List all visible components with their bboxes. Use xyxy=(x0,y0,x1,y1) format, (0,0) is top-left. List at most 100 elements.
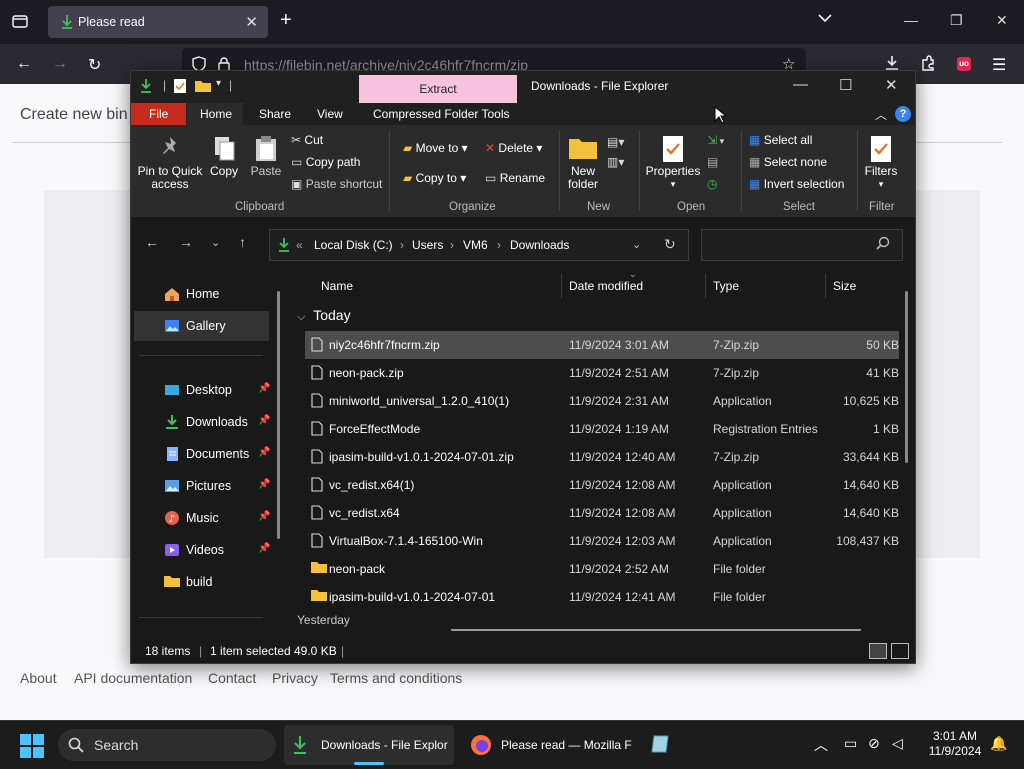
file-row[interactable]: miniworld_universal_1.2.0_410(1) 11/9/202… xyxy=(305,387,899,415)
filters-button[interactable]: Filters ▾ xyxy=(863,135,899,191)
footer-link-about[interactable]: About xyxy=(20,670,57,686)
pin-icon[interactable]: 📌 xyxy=(258,479,270,490)
maximize-icon[interactable]: ☐ xyxy=(839,76,852,94)
group-header-today[interactable]: ⌵ Today xyxy=(297,307,351,324)
recent-locations-icon[interactable]: ⌄ xyxy=(211,236,220,249)
footer-link-api[interactable]: API documentation xyxy=(74,670,192,686)
footer-link-contact[interactable]: Contact xyxy=(208,670,256,686)
tab-list-icon[interactable] xyxy=(12,13,28,32)
extract-context-tab[interactable]: Extract xyxy=(359,75,517,103)
tab-home[interactable]: Home xyxy=(187,103,243,125)
sidebar-item-desktop[interactable]: Desktop 📌 xyxy=(134,375,270,405)
tab-share[interactable]: Share xyxy=(259,107,291,121)
chevron-down-icon[interactable] xyxy=(818,12,832,26)
horizontal-scrollbar[interactable] xyxy=(451,629,861,631)
help-icon[interactable]: ? xyxy=(895,106,911,122)
restore-icon[interactable]: ❐ xyxy=(950,12,963,29)
collapse-ribbon-icon[interactable]: ︿ xyxy=(875,106,887,123)
details-view-icon[interactable] xyxy=(869,643,887,659)
paste-button[interactable]: Paste xyxy=(247,135,285,178)
properties-qa-icon[interactable] xyxy=(173,78,187,97)
delete-button[interactable]: ✕ Delete ▾ xyxy=(485,141,542,155)
close-tab-icon[interactable]: ✕ xyxy=(245,13,258,31)
pin-icon[interactable]: 📌 xyxy=(258,511,270,522)
breadcrumb-downloads[interactable]: Downloads xyxy=(510,238,569,252)
pin-icon[interactable]: 📌 xyxy=(258,415,270,426)
easy-access-icon[interactable]: ▥▾ xyxy=(607,155,624,169)
column-name[interactable]: Name xyxy=(321,279,353,293)
reload-icon[interactable]: ↻ xyxy=(88,55,101,75)
column-type[interactable]: Type xyxy=(713,279,739,293)
sidebar-item-gallery[interactable]: Gallery xyxy=(134,311,269,341)
new-item-icon[interactable]: ▤▾ xyxy=(607,135,624,149)
column-separator[interactable] xyxy=(561,273,562,299)
file-row[interactable]: ForceEffectMode 11/9/2024 1:19 AM Registra… xyxy=(305,415,899,443)
large-icons-view-icon[interactable] xyxy=(891,643,909,659)
extensions-icon[interactable] xyxy=(920,55,936,76)
breadcrumb-users[interactable]: Users xyxy=(412,238,443,252)
file-row[interactable]: VirtualBox-7.1.4-165100-Win 11/9/2024 12:… xyxy=(305,527,899,555)
address-bar[interactable]: « Local Disk (C:) › Users › VM6 › Downlo… xyxy=(269,229,689,261)
file-row[interactable]: neon-pack.zip 11/9/2024 2:51 AM 7-Zip.zip 4… xyxy=(305,359,899,387)
sidebar-item-build[interactable]: build xyxy=(134,567,269,597)
breadcrumb-chevron[interactable]: › xyxy=(450,238,454,252)
show-hidden-icons-icon[interactable]: ︿ xyxy=(814,735,828,755)
copy-to-button[interactable]: ▰ Copy to ▾ xyxy=(403,171,466,185)
tab-view[interactable]: View xyxy=(317,107,343,121)
new-folder-qa-icon[interactable] xyxy=(195,79,211,95)
breadcrumb-chevron[interactable]: › xyxy=(400,238,404,252)
back-icon[interactable]: ← xyxy=(16,55,32,73)
sidebar-item-videos[interactable]: Videos 📌 xyxy=(134,535,270,565)
notepad-app-icon[interactable] xyxy=(650,733,672,758)
sidebar-item-pictures[interactable]: Pictures 📌 xyxy=(134,471,270,501)
back-icon[interactable]: ← xyxy=(145,234,159,250)
notifications-icon[interactable]: 🔔 xyxy=(990,735,1007,752)
tab-file[interactable]: File xyxy=(131,103,186,125)
taskbar-clock[interactable]: 3:01 AM 11/9/2024 xyxy=(920,729,990,759)
column-separator[interactable] xyxy=(705,273,706,299)
file-row[interactable]: vc_redist.x64 11/9/2024 12:08 AM Applicati… xyxy=(305,499,899,527)
group-header-yesterday[interactable]: Yesterday xyxy=(297,613,350,627)
minimize-icon[interactable]: — xyxy=(904,12,918,28)
network-icon[interactable]: ⊘ xyxy=(868,735,880,752)
paste-shortcut-button[interactable]: ▣ Paste shortcut xyxy=(291,177,382,191)
new-folder-button[interactable]: New folder xyxy=(565,135,601,191)
forward-icon[interactable]: → xyxy=(52,55,68,73)
column-date-modified[interactable]: Date modified xyxy=(569,279,643,293)
volume-icon[interactable]: ◁ xyxy=(892,735,903,752)
footer-link-privacy[interactable]: Privacy xyxy=(272,670,318,686)
properties-button[interactable]: Properties ▾ xyxy=(645,135,701,191)
close-icon[interactable]: ✕ xyxy=(996,12,1008,29)
open-icon[interactable]: ⇲ ▾ xyxy=(707,133,724,147)
address-dropdown-icon[interactable]: ⌄ xyxy=(632,238,641,251)
copy-path-button[interactable]: ▭ Copy path xyxy=(291,155,360,169)
pin-icon[interactable]: 📌 xyxy=(258,383,270,394)
search-input[interactable] xyxy=(701,229,903,261)
taskbar-app-explorer[interactable]: Downloads - File Explor xyxy=(284,725,454,765)
refresh-icon[interactable]: ↻ xyxy=(664,236,676,253)
file-row[interactable]: niy2c46hfr7fncrm.zip 11/9/2024 3:01 AM 7-Z… xyxy=(305,331,899,359)
folder-row[interactable]: neon-pack 11/9/2024 2:52 AM File folder xyxy=(305,555,899,583)
edit-icon[interactable]: ▤ xyxy=(707,155,718,169)
footer-link-terms[interactable]: Terms and conditions xyxy=(330,670,462,686)
file-row[interactable]: ipasim-build-v1.0.1-2024-07-01.zip 11/9/2… xyxy=(305,443,899,471)
select-all-button[interactable]: ▦ Select all xyxy=(749,133,812,147)
close-icon[interactable]: ✕ xyxy=(885,76,898,94)
minimize-icon[interactable]: — xyxy=(793,76,808,93)
sidebar-item-downloads[interactable]: Downloads 📌 xyxy=(134,407,270,437)
start-icon[interactable] xyxy=(20,734,44,761)
history-icon[interactable]: ◷ xyxy=(707,177,717,191)
cut-button[interactable]: ✂ Cut xyxy=(291,133,323,147)
folder-row[interactable]: ipasim-build-v1.0.1-2024-07-01 11/9/2024 … xyxy=(305,583,899,611)
tab-compressed-folder-tools[interactable]: Compressed Folder Tools xyxy=(373,107,510,121)
breadcrumb-overflow[interactable]: « xyxy=(296,238,303,252)
up-icon[interactable]: ↑ xyxy=(239,234,246,250)
taskbar-search[interactable]: Search xyxy=(58,729,276,761)
page-heading[interactable]: Create new bin xyxy=(20,106,128,124)
pin-quick-access-button[interactable]: Pin to Quick access xyxy=(137,135,203,191)
browser-tab[interactable]: Please read ✕ xyxy=(48,6,268,38)
display-icon[interactable]: ▭ xyxy=(844,735,857,752)
customize-qa-icon[interactable]: ▾ xyxy=(216,78,221,89)
sidebar-scrollbar[interactable] xyxy=(277,291,280,539)
invert-selection-button[interactable]: ▦ Invert selection xyxy=(749,177,844,191)
